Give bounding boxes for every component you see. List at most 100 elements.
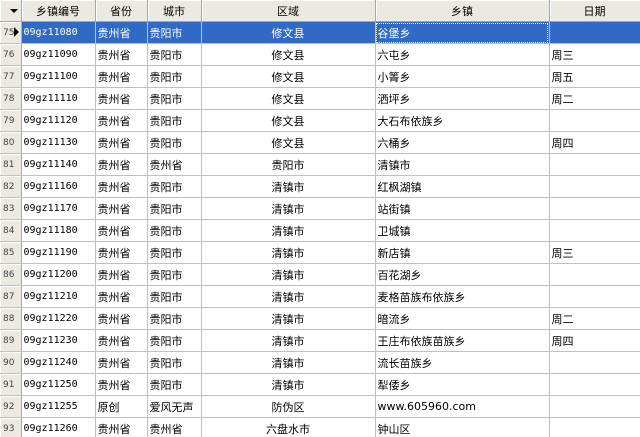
- cell-day[interactable]: [549, 175, 640, 198]
- cell-day[interactable]: 周四: [549, 329, 640, 352]
- table-row[interactable]: 81 09gz11140 贵州省 贵州省 贵阳市 清镇市: [0, 153, 640, 176]
- cell-town[interactable]: 谷堡乡: [375, 21, 550, 44]
- cell-city[interactable]: 贵阳市: [147, 241, 202, 264]
- cell-town-id[interactable]: 09gz11200: [21, 263, 96, 286]
- cell-town-id[interactable]: 09gz11250: [21, 373, 96, 396]
- row-indicator[interactable]: 75: [0, 21, 22, 44]
- cell-town-id[interactable]: 09gz11170: [21, 197, 96, 220]
- cell-town[interactable]: 站街镇: [375, 197, 550, 220]
- table-row[interactable]: 86 09gz11200 贵州省 贵阳市 清镇市 百花湖乡: [0, 263, 640, 286]
- row-indicator[interactable]: 92: [0, 395, 22, 418]
- cell-region[interactable]: 六盘水市: [201, 417, 376, 437]
- cell-day[interactable]: [549, 153, 640, 176]
- cell-city[interactable]: 爱风无声: [147, 395, 202, 418]
- cell-city[interactable]: 贵阳市: [147, 197, 202, 220]
- cell-city[interactable]: 贵阳市: [147, 87, 202, 110]
- cell-town[interactable]: www.605960.com: [375, 395, 550, 418]
- cell-town[interactable]: 六屯乡: [375, 43, 550, 66]
- cell-day[interactable]: [549, 21, 640, 44]
- cell-region[interactable]: 清镇市: [201, 241, 376, 264]
- table-row[interactable]: 85 09gz11190 贵州省 贵阳市 清镇市 新店镇 周三: [0, 241, 640, 264]
- cell-city[interactable]: 贵阳市: [147, 285, 202, 308]
- cell-day[interactable]: [549, 263, 640, 286]
- cell-city[interactable]: 贵阳市: [147, 329, 202, 352]
- cell-province[interactable]: 贵州省: [95, 263, 148, 286]
- row-indicator[interactable]: 81: [0, 153, 22, 176]
- cell-province[interactable]: 贵州省: [95, 109, 148, 132]
- row-indicator[interactable]: 88: [0, 307, 22, 330]
- cell-town[interactable]: 犁倭乡: [375, 373, 550, 396]
- cell-town[interactable]: 六桶乡: [375, 131, 550, 154]
- cell-city[interactable]: 贵阳市: [147, 65, 202, 88]
- cell-day[interactable]: [549, 395, 640, 418]
- chevron-down-icon[interactable]: [10, 9, 19, 13]
- cell-region[interactable]: 清镇市: [201, 285, 376, 308]
- cell-day[interactable]: [549, 351, 640, 374]
- cell-town[interactable]: 钟山区: [375, 417, 550, 437]
- cell-province[interactable]: 贵州省: [95, 175, 148, 198]
- table-row[interactable]: 84 09gz11180 贵州省 贵阳市 清镇市 卫城镇: [0, 219, 640, 242]
- column-header-region[interactable]: 区域: [201, 0, 376, 22]
- cell-day[interactable]: 周四: [549, 131, 640, 154]
- row-indicator[interactable]: 91: [0, 373, 22, 396]
- cell-town[interactable]: 清镇市: [375, 153, 550, 176]
- table-row[interactable]: 90 09gz11240 贵州省 贵阳市 清镇市 流长苗族乡: [0, 351, 640, 374]
- cell-day[interactable]: [549, 417, 640, 437]
- cell-region[interactable]: 修文县: [201, 65, 376, 88]
- cell-town-id[interactable]: 09gz11160: [21, 175, 96, 198]
- cell-city[interactable]: 贵阳市: [147, 131, 202, 154]
- row-indicator[interactable]: 90: [0, 351, 22, 374]
- cell-province[interactable]: 贵州省: [95, 373, 148, 396]
- cell-region[interactable]: 清镇市: [201, 307, 376, 330]
- cell-day[interactable]: 周二: [549, 87, 640, 110]
- cell-town[interactable]: 暗流乡: [375, 307, 550, 330]
- cell-town-id[interactable]: 09gz11190: [21, 241, 96, 264]
- column-header-town-id[interactable]: 乡镇编号: [21, 0, 96, 22]
- cell-city[interactable]: 贵阳市: [147, 43, 202, 66]
- row-indicator[interactable]: 89: [0, 329, 22, 352]
- cell-region[interactable]: 清镇市: [201, 373, 376, 396]
- column-header-day[interactable]: 日期: [549, 0, 640, 22]
- table-row[interactable]: 77 09gz11100 贵州省 贵阳市 修文县 小箐乡 周五: [0, 65, 640, 88]
- cell-province[interactable]: 贵州省: [95, 329, 148, 352]
- cell-town-id[interactable]: 09gz11120: [21, 109, 96, 132]
- table-row[interactable]: 87 09gz11210 贵州省 贵阳市 清镇市 麦格苗族布依族乡: [0, 285, 640, 308]
- table-row[interactable]: 76 09gz11090 贵州省 贵阳市 修文县 六屯乡 周三: [0, 43, 640, 66]
- cell-city[interactable]: 贵州省: [147, 153, 202, 176]
- cell-region[interactable]: 修文县: [201, 43, 376, 66]
- table-row[interactable]: 82 09gz11160 贵州省 贵阳市 清镇市 红枫湖镇: [0, 175, 640, 198]
- table-row[interactable]: 83 09gz11170 贵州省 贵阳市 清镇市 站街镇: [0, 197, 640, 220]
- cell-region[interactable]: 清镇市: [201, 263, 376, 286]
- cell-city[interactable]: 贵州省: [147, 417, 202, 437]
- cell-day[interactable]: [549, 197, 640, 220]
- cell-region[interactable]: 修文县: [201, 109, 376, 132]
- cell-region[interactable]: 清镇市: [201, 219, 376, 242]
- cell-province[interactable]: 贵州省: [95, 21, 148, 44]
- row-indicator[interactable]: 86: [0, 263, 22, 286]
- row-indicator[interactable]: 78: [0, 87, 22, 110]
- cell-province[interactable]: 贵州省: [95, 285, 148, 308]
- cell-province[interactable]: 贵州省: [95, 87, 148, 110]
- cell-province[interactable]: 贵州省: [95, 43, 148, 66]
- cell-town-id[interactable]: 09gz11240: [21, 351, 96, 374]
- table-row[interactable]: 79 09gz11120 贵州省 贵阳市 修文县 大石布依族乡: [0, 109, 640, 132]
- cell-region[interactable]: 清镇市: [201, 197, 376, 220]
- cell-day[interactable]: 周三: [549, 241, 640, 264]
- row-indicator[interactable]: 82: [0, 175, 22, 198]
- cell-day[interactable]: [549, 285, 640, 308]
- cell-city[interactable]: 贵阳市: [147, 373, 202, 396]
- cell-town[interactable]: 新店镇: [375, 241, 550, 264]
- table-row[interactable]: 93 09gz11260 贵州省 贵州省 六盘水市 钟山区: [0, 417, 640, 437]
- row-indicator[interactable]: 87: [0, 285, 22, 308]
- cell-town-id[interactable]: 09gz11260: [21, 417, 96, 437]
- cell-town-id[interactable]: 09gz11230: [21, 329, 96, 352]
- column-header-city[interactable]: 城市: [147, 0, 202, 22]
- cell-province[interactable]: 贵州省: [95, 219, 148, 242]
- column-header-province[interactable]: 省份: [95, 0, 148, 22]
- cell-town-id[interactable]: 09gz11130: [21, 131, 96, 154]
- cell-town-id[interactable]: 09gz11100: [21, 65, 96, 88]
- cell-city[interactable]: 贵阳市: [147, 351, 202, 374]
- row-indicator[interactable]: 79: [0, 109, 22, 132]
- cell-town[interactable]: 红枫湖镇: [375, 175, 550, 198]
- cell-region[interactable]: 清镇市: [201, 329, 376, 352]
